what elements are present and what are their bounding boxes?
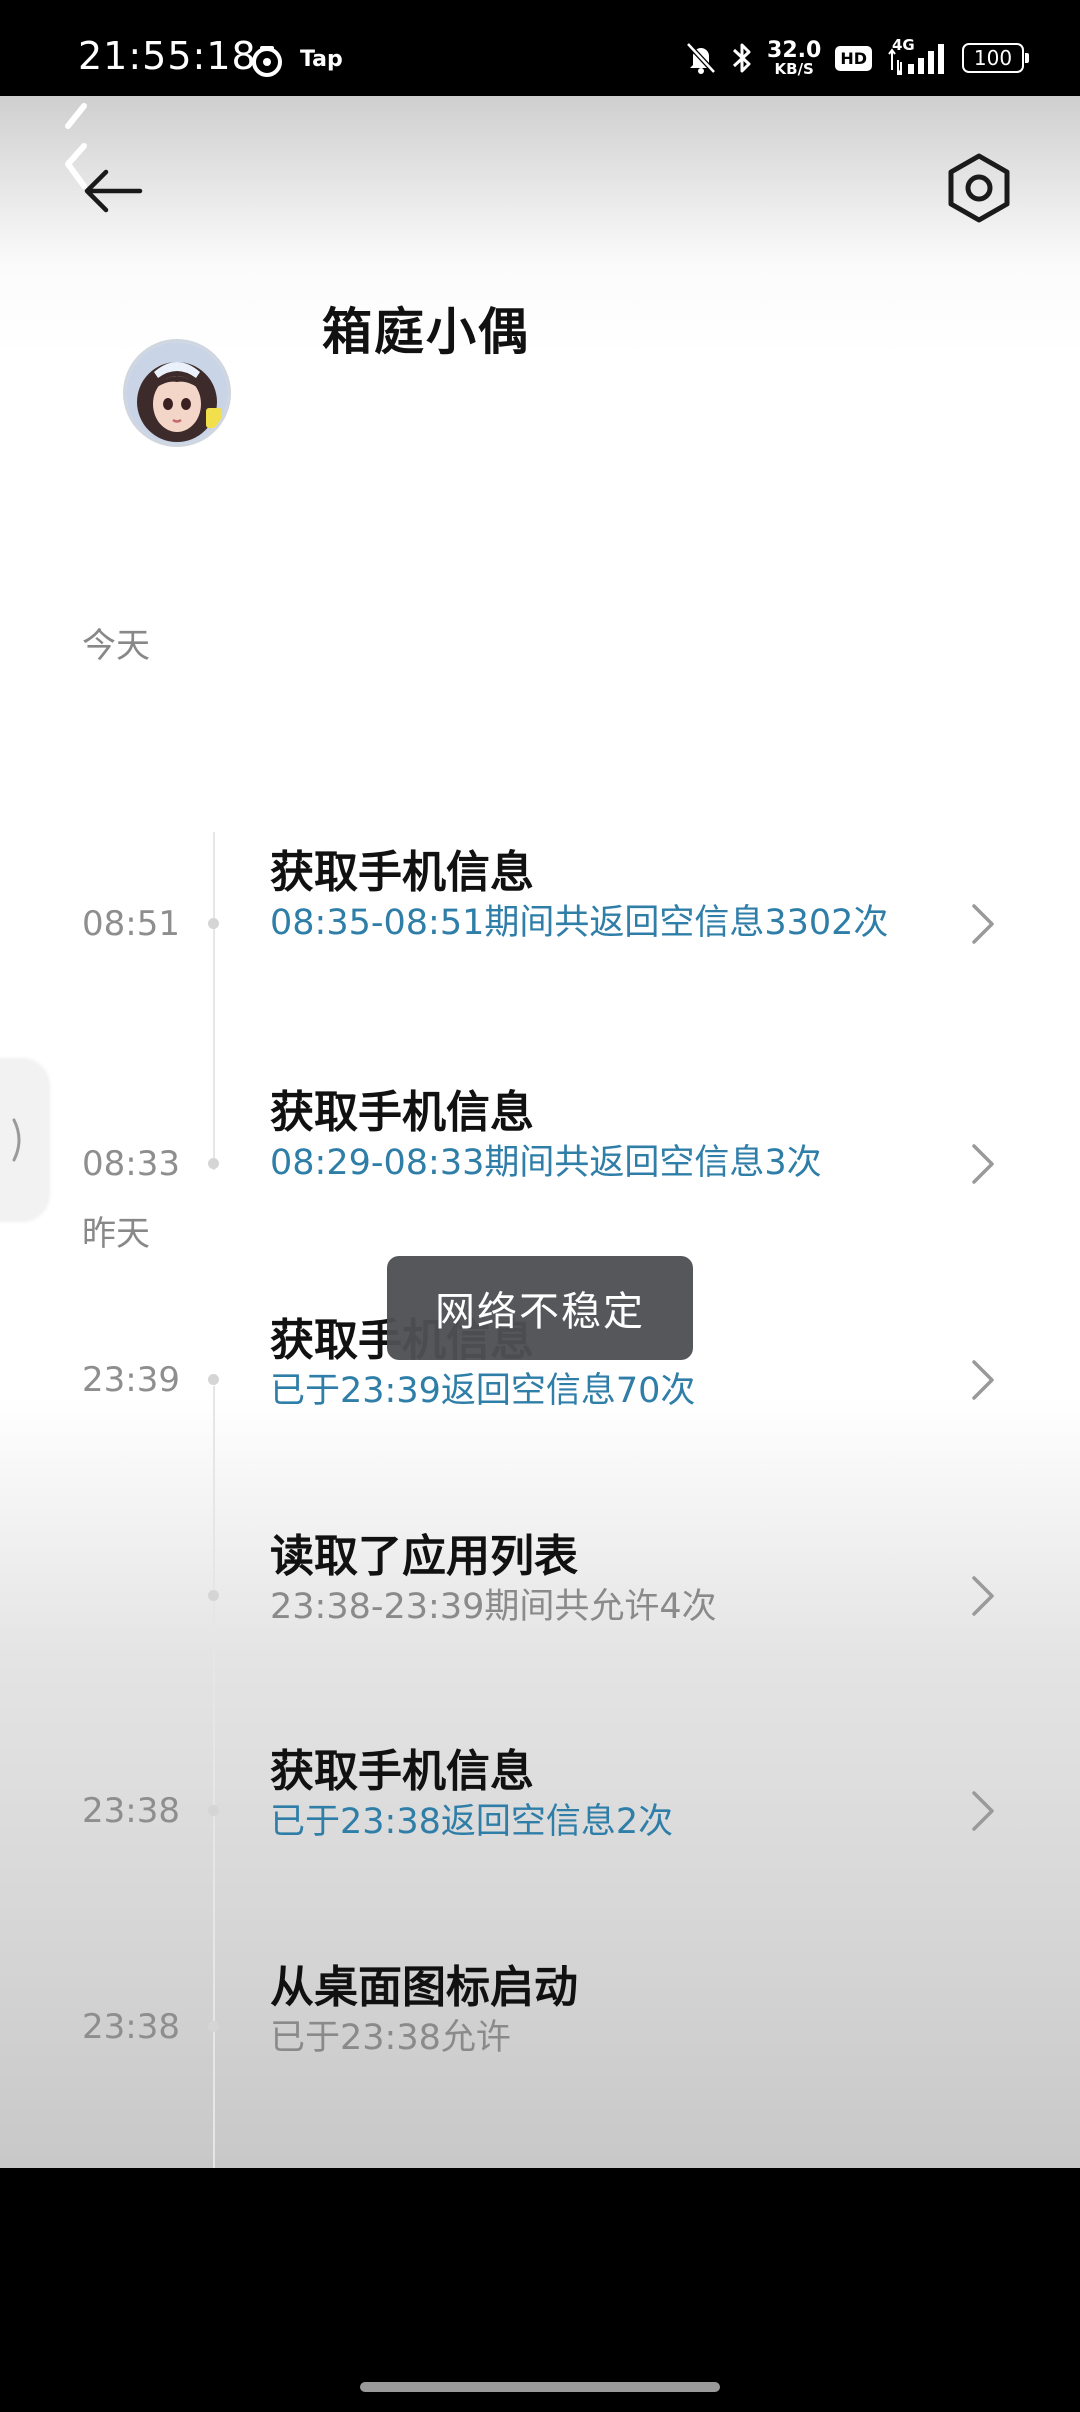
chevron-right-icon[interactable] xyxy=(966,1356,998,1404)
entry-time: 08:33 xyxy=(82,1144,180,1184)
entry-description: 08:35-08:51期间共返回空信息3302次 xyxy=(270,903,889,943)
entry-title: 获取手机信息 xyxy=(270,1087,534,1138)
entry-description: 已于23:39返回空信息70次 xyxy=(270,1371,696,1411)
network-speed: 32.0 KB/S xyxy=(767,37,822,78)
section-label-today: 今天 xyxy=(82,626,150,666)
status-tap-label: Tap xyxy=(300,47,343,72)
status-bar: 21:55:18 Tap 32.0 KB/S HD 4G 100 xyxy=(0,0,1080,96)
app-avatar xyxy=(126,342,228,444)
chevron-right-icon xyxy=(12,1118,21,1162)
mute-bell-icon xyxy=(686,42,716,74)
status-time: 21:55:18 xyxy=(78,34,257,78)
toast-text: 网络不稳定 xyxy=(435,1289,645,1335)
entry-title: 从桌面图标启动 xyxy=(270,1962,578,2013)
entry-description: 已于23:38允许 xyxy=(270,2018,511,2058)
home-indicator[interactable] xyxy=(360,2382,720,2392)
battery-level: 100 xyxy=(973,46,1013,70)
entry-description: 23:38-23:39期间共允许4次 xyxy=(270,1587,717,1627)
entry-title: 获取手机信息 xyxy=(270,847,534,898)
entry-time: 08:51 xyxy=(82,904,180,944)
chevron-right-icon[interactable] xyxy=(966,900,998,948)
timeline-dot xyxy=(208,2021,219,2032)
entry-time: 23:39 xyxy=(82,1360,180,1400)
back-button[interactable]: arrow-left-icon xyxy=(78,156,148,226)
section-label-yesterday: 昨天 xyxy=(82,1214,150,1254)
entry-description: 08:29-08:33期间共返回空信息3次 xyxy=(270,1143,822,1183)
status-icons: 32.0 KB/S HD 4G 100 xyxy=(685,36,1029,80)
bluetooth-icon xyxy=(733,43,751,73)
signal-group: 4G xyxy=(886,36,948,78)
network-type-label: 4G xyxy=(892,36,915,54)
timeline-dot xyxy=(208,1805,219,1816)
entry-title: 读取了应用列表 xyxy=(270,1531,578,1582)
taptap-app-icon xyxy=(252,46,282,77)
entry-time: 23:38 xyxy=(82,1791,180,1831)
timeline-dot xyxy=(208,918,219,929)
doll-avatar-icon xyxy=(126,342,228,444)
side-panel-handle[interactable] xyxy=(0,1060,48,1220)
network-speed-unit: KB/S xyxy=(774,59,814,78)
chevron-right-icon[interactable] xyxy=(966,1140,998,1188)
entry-title: 获取手机信息 xyxy=(270,1746,534,1797)
timeline-dot xyxy=(208,1590,219,1601)
app-name: 箱庭小偶 xyxy=(322,303,530,361)
timeline-line-today xyxy=(213,832,215,1170)
navigation-bar xyxy=(0,2168,1080,2412)
toast-message: 网络不稳定 xyxy=(387,1256,693,1360)
chevron-right-icon[interactable] xyxy=(966,1572,998,1620)
timeline-dot xyxy=(208,1158,219,1169)
entry-time: 23:38 xyxy=(82,2007,180,2047)
network-speed-value: 32.0 xyxy=(767,37,822,63)
app-content[interactable]: arrow-left-icon hexagon-gear-icon 箱庭小偶 今… xyxy=(0,96,1080,2168)
timeline-dot xyxy=(208,1374,219,1385)
settings-button[interactable]: hexagon-gear-icon xyxy=(946,152,1012,224)
hd-badge: HD xyxy=(835,45,872,71)
entry-description: 已于23:38返回空信息2次 xyxy=(270,1802,674,1842)
chevron-right-icon[interactable] xyxy=(966,1787,998,1835)
timeline-line-yesterday xyxy=(213,1386,215,2168)
battery-icon: 100 xyxy=(962,43,1029,73)
